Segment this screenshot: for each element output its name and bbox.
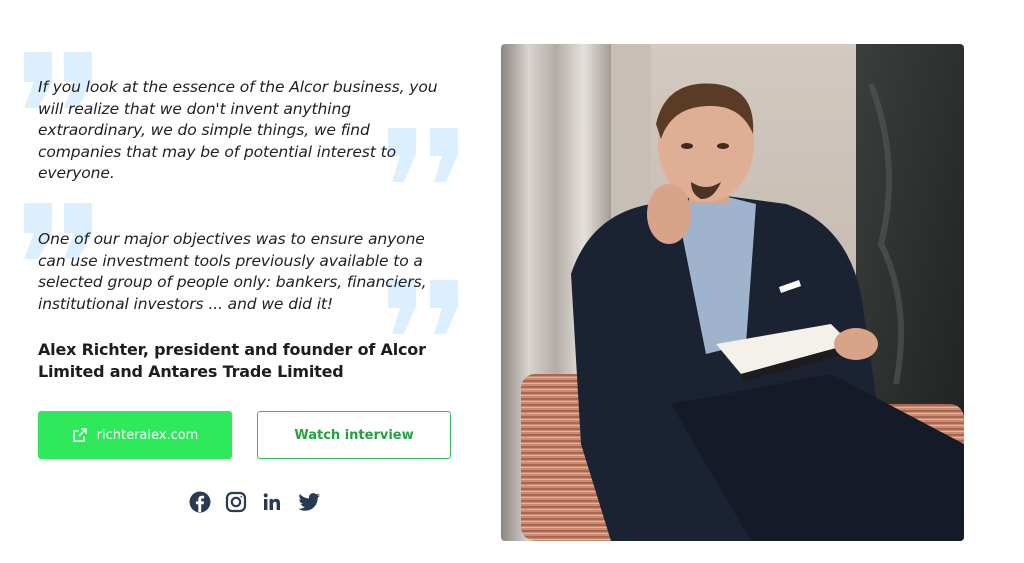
watch-interview-button[interactable]: Watch interview: [257, 411, 451, 459]
watch-interview-label: Watch interview: [294, 427, 414, 443]
instagram-icon[interactable]: [225, 491, 247, 513]
quote-1-text: If you look at the essence of the Alcor …: [38, 78, 438, 182]
facebook-icon[interactable]: [189, 491, 211, 513]
social-links: [189, 491, 335, 513]
author-attribution: Alex Richter, president and founder of A…: [38, 340, 426, 381]
twitter-icon[interactable]: [297, 491, 321, 513]
website-button-label: richteralex.com: [96, 427, 199, 443]
quote-2: One of our major objectives was to ensur…: [38, 229, 448, 315]
linkedin-icon[interactable]: [261, 491, 283, 513]
quote-2-text: One of our major objectives was to ensur…: [38, 230, 427, 313]
website-button[interactable]: richteralex.com: [38, 411, 232, 459]
portrait-photo: [501, 44, 964, 541]
quote-1: If you look at the essence of the Alcor …: [38, 77, 448, 185]
external-link-icon: [72, 427, 88, 443]
